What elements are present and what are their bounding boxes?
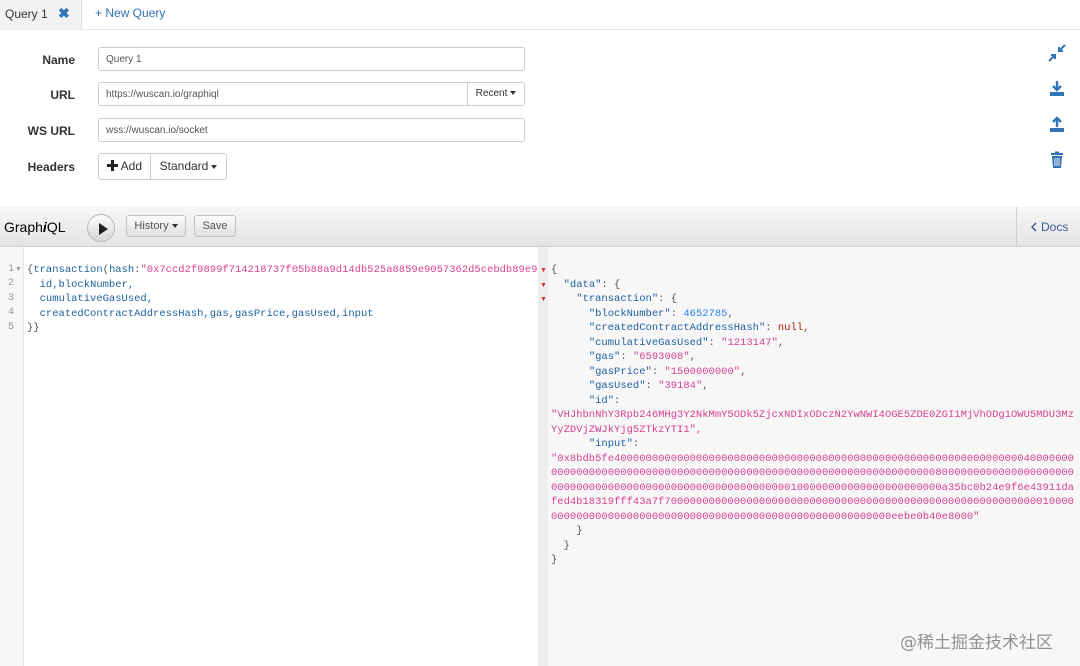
editor-divider[interactable] [538, 247, 548, 666]
name-input[interactable] [98, 47, 525, 71]
standard-dropdown[interactable]: Standard [150, 153, 227, 180]
plus-icon [106, 160, 118, 171]
download-icon[interactable] [1048, 80, 1066, 98]
line-number: 5 [7, 322, 14, 333]
code-line-1: {transaction(hash:"0x7ccd2f9899f71421873… [27, 264, 538, 276]
line-number: 1 [7, 264, 14, 275]
tab-bar: Query 1 ✖ + New Query [0, 0, 1080, 30]
result-json: { "data": { "transaction": { "blockNumbe… [551, 264, 1074, 566]
line-gutter: 1 ▼ 2 3 4 5 [0, 247, 24, 666]
headers-label: Headers [27, 160, 75, 174]
name-label: Name [42, 53, 75, 67]
docs-panel-toggle: Docs [1016, 207, 1080, 247]
graphiql-toolbar: GraphiQL History Save Docs [0, 207, 1080, 247]
play-icon [99, 223, 108, 235]
add-header-button[interactable]: Add [98, 153, 151, 180]
code-line-2: id,blockNumber, [39, 278, 135, 291]
tab-label: Query 1 [5, 7, 48, 21]
save-button[interactable]: Save [194, 215, 236, 237]
chevron-down-icon [510, 91, 517, 96]
upload-icon[interactable] [1048, 116, 1066, 134]
watermark: @稀土掘金技术社区 [900, 633, 1053, 653]
execute-button[interactable] [87, 214, 115, 242]
line-number: 2 [7, 278, 14, 289]
code-line-3: cumulativeGasUsed, [39, 293, 154, 306]
history-button[interactable]: History [126, 215, 186, 237]
recent-dropdown[interactable]: Recent [467, 82, 525, 106]
add-label: Add [120, 159, 143, 173]
url-label: URL [50, 88, 75, 102]
url-input[interactable] [98, 82, 468, 106]
code-line-5: }} [27, 322, 40, 335]
fold-arrow-icon[interactable]: ▼ [540, 282, 547, 289]
docs-link[interactable]: Docs [1030, 220, 1068, 234]
query-code[interactable]: {transaction(hash:"0x7ccd2f9899f71421873… [27, 263, 538, 336]
close-icon[interactable]: ✖ [58, 5, 70, 22]
line-number: 4 [7, 307, 14, 318]
trash-icon[interactable] [1048, 151, 1066, 169]
collapse-icon[interactable] [1048, 44, 1066, 62]
ws-url-label: WS URL [27, 124, 75, 138]
graphiql-title: GraphiQL [4, 219, 66, 235]
query-editor[interactable]: 1 ▼ 2 3 4 5 {transaction(hash:"0x7ccd2f9… [0, 247, 538, 666]
fold-arrow-icon[interactable]: ▼ [540, 267, 547, 274]
tab-query-1[interactable]: Query 1 ✖ [0, 0, 82, 30]
chevron-down-icon [211, 164, 218, 169]
recent-label: Recent [475, 88, 508, 99]
standard-label: Standard [159, 159, 209, 173]
code-line-4: createdContractAddressHash,gas,gasPrice,… [39, 307, 374, 320]
result-pane: { "data": { "transaction": { "blockNumbe… [548, 247, 1080, 666]
new-query-button[interactable]: + New Query [95, 6, 165, 20]
chevron-down-icon [171, 224, 178, 229]
fold-arrow-icon[interactable]: ▼ [540, 296, 547, 303]
line-number: 3 [7, 293, 14, 304]
chevron-left-icon [1030, 222, 1037, 232]
fold-arrow-icon[interactable]: ▼ [15, 266, 22, 273]
ws-url-input[interactable] [98, 118, 525, 142]
